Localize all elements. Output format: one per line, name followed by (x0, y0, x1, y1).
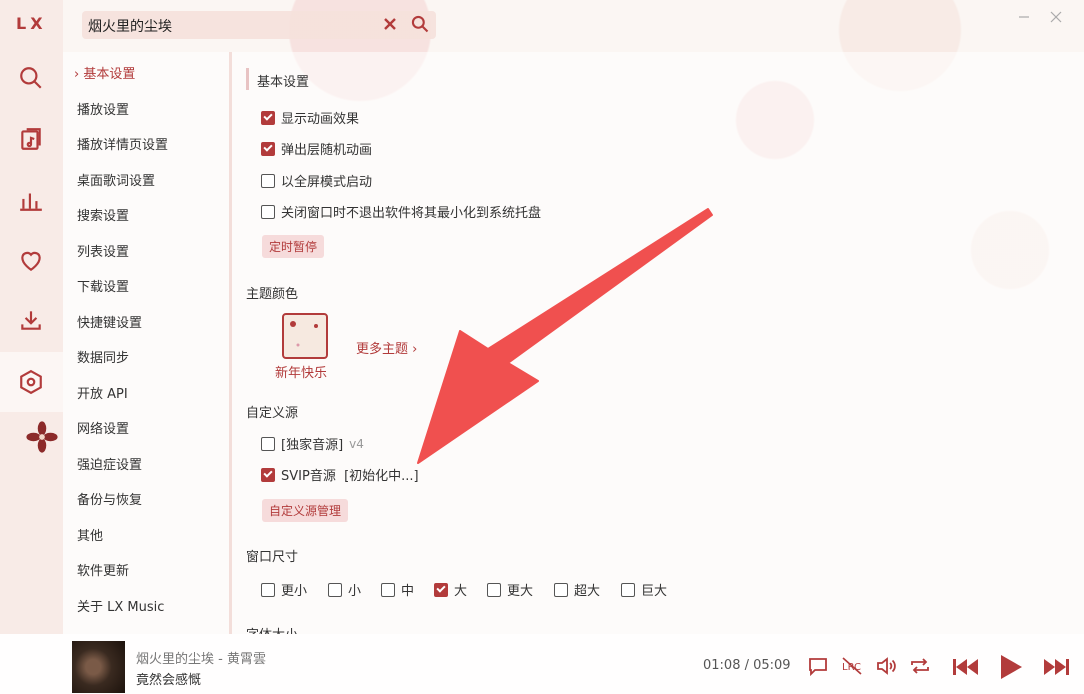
window-size-extra-large[interactable]: 超大 (554, 580, 600, 599)
section-title-font-size: 字体大小 (246, 624, 298, 634)
checkbox[interactable] (261, 204, 275, 219)
section-title-window-size: 窗口尺寸 (246, 550, 299, 565)
search-submit-icon[interactable] (410, 14, 430, 34)
radio[interactable] (487, 582, 501, 597)
checkbox[interactable] (261, 110, 275, 125)
nav-item-play-detail[interactable]: 播放详情页设置 (77, 134, 168, 153)
option-fullscreen-start[interactable]: 以全屏模式启动 (261, 171, 372, 190)
checkbox[interactable] (261, 467, 275, 482)
window-size-large[interactable]: 大 (434, 580, 467, 599)
checkbox[interactable] (261, 436, 275, 451)
source-exclusive[interactable]: [独家音源] v4 (261, 434, 364, 453)
timer-pause-button[interactable]: 定时暂停 (262, 235, 325, 258)
comment-icon[interactable] (806, 654, 830, 678)
close-icon[interactable] (382, 16, 398, 32)
radio[interactable] (381, 582, 395, 597)
volume-icon[interactable] (874, 654, 898, 678)
nav-item-download[interactable]: 下载设置 (77, 276, 129, 295)
app-logo: LX (16, 14, 47, 33)
flower-decoration-icon (25, 420, 59, 454)
download-icon[interactable] (13, 302, 49, 338)
radio[interactable] (554, 582, 568, 597)
heart-icon[interactable] (13, 243, 49, 279)
settings-icon[interactable] (13, 364, 49, 400)
checkbox[interactable] (261, 173, 275, 188)
nav-item-ocd[interactable]: 强迫症设置 (77, 454, 142, 473)
close-window-icon[interactable] (1050, 8, 1062, 23)
search-input[interactable]: 烟火里的尘埃 (88, 16, 172, 36)
option-random-popup-animation[interactable]: 弹出层随机动画 (261, 139, 372, 158)
nav-item-search[interactable]: 搜索设置 (77, 205, 129, 224)
nav-item-backup[interactable]: 备份与恢复 (77, 489, 142, 508)
search-icon[interactable] (13, 60, 49, 96)
now-playing-title[interactable]: 烟火里的尘埃 - 黄霄雲 (136, 648, 266, 667)
radio[interactable] (328, 582, 342, 597)
section-title-theme: 主题颜色 (246, 287, 299, 302)
nav-scrollbar[interactable] (229, 52, 232, 634)
checkbox[interactable] (261, 141, 275, 156)
song-list-icon[interactable] (13, 121, 49, 157)
next-icon[interactable] (1042, 652, 1072, 682)
window-size-huge[interactable]: 巨大 (621, 580, 667, 599)
window-size-medium[interactable]: 中 (381, 580, 414, 599)
annotation-arrow (417, 208, 713, 464)
lyric-toggle-icon[interactable]: LRC (840, 654, 864, 678)
custom-source-manage-button[interactable]: 自定义源管理 (262, 499, 349, 522)
nav-item-about[interactable]: 关于 LX Music (77, 596, 164, 615)
nav-item-open-api[interactable]: 开放 API (77, 383, 128, 402)
current-lyric: 竟然会感慨 (136, 673, 202, 688)
playback-time: 01:08 / 05:09 (703, 658, 791, 673)
theme-name[interactable]: 新年快乐 (275, 362, 327, 381)
minimize-icon[interactable] (1018, 8, 1030, 20)
section-title-basic: 基本设置 (257, 75, 310, 90)
window-size-smaller[interactable]: 更小 (261, 580, 307, 599)
nav-item-list[interactable]: 列表设置 (77, 241, 129, 260)
nav-item-update[interactable]: 软件更新 (77, 560, 129, 579)
nav-item-basic[interactable]: › 基本设置 (74, 63, 135, 82)
option-show-animation[interactable]: 显示动画效果 (261, 108, 359, 127)
section-marker (246, 68, 249, 90)
radio[interactable] (621, 582, 635, 597)
source-svip[interactable]: SVIP音源 [初始化中...] (261, 465, 419, 484)
nav-item-network[interactable]: 网络设置 (77, 418, 129, 437)
nav-item-playback[interactable]: 播放设置 (77, 99, 129, 118)
album-cover[interactable] (72, 641, 125, 693)
section-title-custom-source: 自定义源 (246, 406, 299, 421)
theme-thumbnail[interactable] (282, 313, 328, 359)
play-icon[interactable] (995, 652, 1025, 682)
nav-item-sync[interactable]: 数据同步 (77, 347, 129, 366)
nav-item-hotkey[interactable]: 快捷键设置 (77, 312, 142, 331)
nav-item-other[interactable]: 其他 (77, 525, 103, 544)
window-size-small[interactable]: 小 (328, 580, 361, 599)
leaderboard-icon[interactable] (13, 182, 49, 218)
previous-icon[interactable] (950, 652, 980, 682)
window-size-larger[interactable]: 更大 (487, 580, 533, 599)
nav-item-desktop-lyric[interactable]: 桌面歌词设置 (77, 170, 155, 189)
loop-icon[interactable] (908, 654, 932, 678)
radio[interactable] (434, 582, 448, 597)
radio[interactable] (261, 582, 275, 597)
